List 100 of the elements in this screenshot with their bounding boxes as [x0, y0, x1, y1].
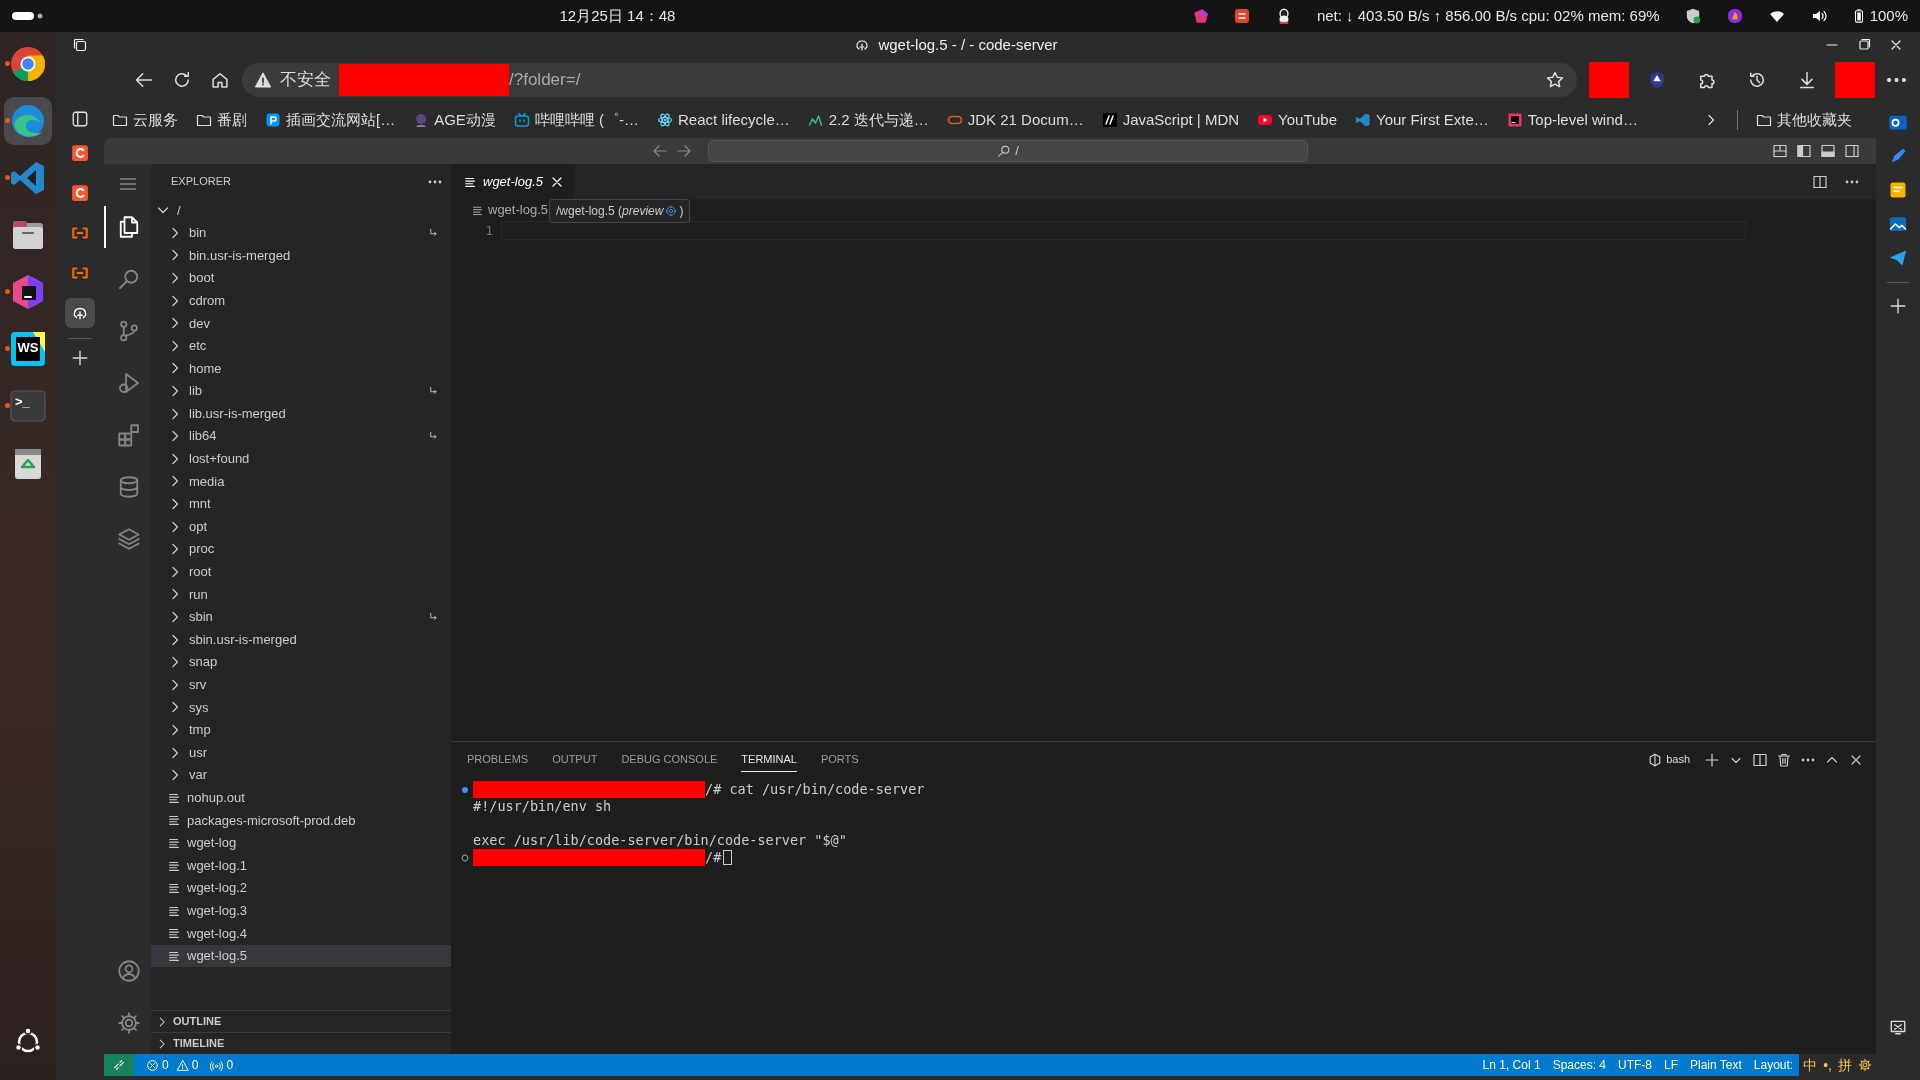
panel-tab[interactable]: TERMINAL: [741, 746, 797, 773]
tree-item[interactable]: lost+found: [151, 447, 451, 471]
tree-item[interactable]: sys: [151, 696, 451, 719]
tree-item[interactable]: wget-log: [151, 831, 451, 855]
sidebar-app-button[interactable]: [65, 298, 95, 328]
tree-item[interactable]: sbin.usr-is-merged: [151, 628, 451, 651]
section-header[interactable]: OUTLINE: [151, 1010, 451, 1032]
tree-item[interactable]: bin: [151, 221, 451, 245]
tree-item[interactable]: etc: [151, 334, 451, 358]
tree-item[interactable]: run: [151, 583, 451, 606]
terminal-shell-button[interactable]: bash: [1642, 745, 1696, 774]
tree-item[interactable]: nohup.out: [151, 786, 451, 810]
tree-item[interactable]: snap: [151, 650, 451, 674]
tree-item[interactable]: boot: [151, 266, 451, 290]
tree-item[interactable]: media: [151, 470, 451, 493]
panel-tab[interactable]: PORTS: [820, 746, 859, 773]
tree-item[interactable]: wget-log.1: [151, 854, 451, 877]
tree-item[interactable]: wget-log.5: [151, 944, 451, 968]
tree-item[interactable]: lib: [151, 379, 451, 403]
tree-item[interactable]: packages-microsoft-prod.deb: [151, 809, 451, 832]
bookmark-link[interactable]: Top-level wind…: [1506, 108, 1638, 132]
layout-icon[interactable]: [1796, 143, 1812, 159]
vertical-tabs-icon[interactable]: [71, 110, 89, 128]
send-icon[interactable]: [1888, 248, 1908, 268]
status-item[interactable]: Plain Text: [1684, 1056, 1748, 1074]
tree-item[interactable]: cdrom: [151, 289, 451, 312]
command-decoration-dot[interactable]: [461, 853, 469, 862]
add-icon[interactable]: [1889, 297, 1907, 315]
bookmark-link[interactable]: YouTube: [1257, 108, 1337, 132]
tree-item[interactable]: usr: [151, 741, 451, 764]
command-decoration-dot[interactable]: [461, 785, 469, 794]
tree-item[interactable]: root: [151, 560, 451, 584]
tree-item[interactable]: lib.usr-is-merged: [151, 402, 451, 425]
problems-status[interactable]: 0 0: [140, 1056, 205, 1074]
layout-icon[interactable]: [1772, 143, 1788, 159]
bookmark-link[interactable]: AGE动漫: [413, 108, 496, 132]
ports-status[interactable]: 0: [204, 1056, 240, 1074]
tree-item[interactable]: proc: [151, 537, 451, 561]
gear-icon[interactable]: [665, 205, 678, 217]
broadcast-icon: [210, 1058, 224, 1072]
workspace-indicator-icon[interactable]: [12, 9, 44, 23]
delete-icon[interactable]: [1776, 751, 1792, 768]
tree-item[interactable]: lib64: [151, 424, 451, 448]
tree-item[interactable]: /: [151, 199, 451, 222]
note-icon[interactable]: [1888, 180, 1908, 200]
layout-icon[interactable]: [1820, 143, 1836, 159]
new-terminal-icon[interactable]: [1704, 751, 1720, 768]
status-item[interactable]: Ln 1, Col 1: [1476, 1056, 1547, 1074]
bookmark-folder[interactable]: 其他收藏夹: [1756, 108, 1852, 132]
bookmark-link[interactable]: 云服务: [112, 108, 178, 132]
tree-item[interactable]: srv: [151, 673, 451, 697]
editor-tab[interactable]: wget-log.5: [451, 164, 575, 199]
security-label: 不安全: [280, 69, 331, 92]
tree-item[interactable]: sbin: [151, 605, 451, 629]
panel-tab[interactable]: DEBUG CONSOLE: [621, 746, 718, 773]
settings-icon[interactable]: [1858, 1058, 1872, 1072]
tree-item[interactable]: tmp: [151, 718, 451, 742]
bookmark-link[interactable]: 番剧: [196, 108, 247, 132]
layout-icon[interactable]: [1844, 143, 1860, 159]
panel-tab[interactable]: PROBLEMS: [467, 746, 529, 773]
screenshot-icon[interactable]: [1889, 1018, 1907, 1036]
dock-item[interactable]: WS: [4, 325, 52, 373]
tree-item[interactable]: bin.usr-is-merged: [151, 244, 451, 267]
input-method-indicator[interactable]: •,: [1823, 1054, 1832, 1076]
bookmark-link[interactable]: 插画交流网站[…: [265, 108, 396, 132]
tree-item[interactable]: home: [151, 357, 451, 380]
tree-item[interactable]: dev: [151, 311, 451, 335]
add-icon[interactable]: [71, 349, 89, 367]
breadcrumb-item[interactable]: wget-log.5: [471, 200, 548, 220]
bookmark-link[interactable]: JDK 21 Docum…: [946, 108, 1084, 132]
split-terminal-icon[interactable]: [1752, 751, 1768, 768]
tree-item[interactable]: wget-log.4: [151, 922, 451, 945]
tree-item[interactable]: wget-log.2: [151, 876, 451, 900]
image-icon[interactable]: [1888, 214, 1908, 234]
dock-item[interactable]: [4, 97, 52, 145]
status-item[interactable]: Layout:: [1747, 1056, 1800, 1074]
tree-item[interactable]: wget-log.3: [151, 899, 451, 922]
bookmark-link[interactable]: React lifecycle…: [657, 108, 790, 132]
input-method-indicator[interactable]: 中: [1803, 1054, 1818, 1076]
panel-tab[interactable]: OUTPUT: [552, 746, 598, 773]
bookmark-link[interactable]: 哔哩哔哩 (゜-…: [513, 108, 640, 132]
forward-icon[interactable]: [676, 143, 692, 159]
input-method-indicator[interactable]: 拼: [1838, 1054, 1852, 1076]
tree-item[interactable]: mnt: [151, 492, 451, 516]
tree-item[interactable]: var: [151, 763, 451, 787]
command-center[interactable]: /: [708, 140, 1308, 162]
split-editor-icon[interactable]: [1812, 173, 1828, 190]
tab-actions-icon[interactable]: [72, 37, 88, 53]
restore-icon[interactable]: [1856, 37, 1872, 53]
dock-item[interactable]: >_: [4, 382, 52, 430]
clock-text[interactable]: 12月25日 14：48: [559, 4, 676, 28]
star-icon[interactable]: [1545, 70, 1565, 90]
tree-item[interactable]: opt: [151, 515, 451, 538]
status-item[interactable]: UTF-8: [1612, 1056, 1658, 1074]
address-bar[interactable]: 不安全 /?folder=/: [242, 63, 1577, 97]
bookmark-link[interactable]: 2.2 迭代与递…: [807, 108, 929, 132]
bookmark-link[interactable]: Your First Exte…: [1355, 108, 1489, 132]
status-item[interactable]: Spaces: 4: [1546, 1056, 1612, 1074]
bookmark-link[interactable]: JavaScript | MDN: [1101, 108, 1240, 132]
status-item[interactable]: LF: [1658, 1056, 1684, 1074]
